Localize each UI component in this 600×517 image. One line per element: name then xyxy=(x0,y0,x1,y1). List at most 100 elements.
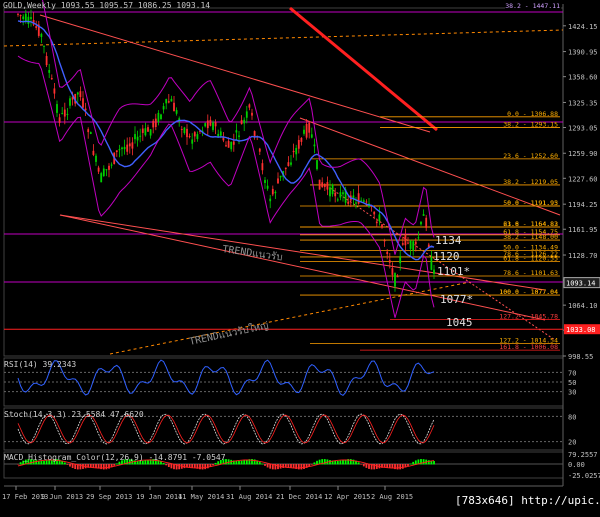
price-tick-label: 1293.05 xyxy=(568,125,598,133)
candle xyxy=(147,124,149,132)
candle xyxy=(48,63,51,79)
candle xyxy=(92,144,95,157)
candle xyxy=(165,98,168,110)
macd-bar xyxy=(433,460,435,465)
candle-body xyxy=(139,135,142,137)
macd-bar xyxy=(214,462,217,465)
price-tick-label: 1194.25 xyxy=(568,201,598,209)
candle xyxy=(266,179,269,191)
candle xyxy=(258,147,261,155)
candle xyxy=(433,264,435,280)
candle xyxy=(43,45,45,54)
rsi-level-label: 30 xyxy=(568,389,576,397)
macd-bar xyxy=(412,461,415,465)
pane-frame-main xyxy=(3,7,564,357)
candle xyxy=(40,32,43,44)
red-price-tag: 1033.08 xyxy=(566,326,596,334)
candle-body xyxy=(355,202,357,204)
candle-body xyxy=(401,243,404,245)
candle-body xyxy=(66,113,69,115)
macd-bar xyxy=(201,464,204,470)
macd-bar xyxy=(339,460,342,465)
macd-bar xyxy=(108,464,110,469)
macd-bar xyxy=(362,464,365,467)
candle xyxy=(287,156,290,167)
candle-body xyxy=(305,124,308,138)
candle xyxy=(95,153,97,166)
candle xyxy=(271,185,274,197)
candle xyxy=(334,188,337,203)
macd-bar xyxy=(414,460,417,465)
candle-body xyxy=(339,192,342,198)
candle xyxy=(167,93,170,104)
candle xyxy=(245,105,248,124)
candle-body xyxy=(269,198,272,202)
candle xyxy=(274,190,277,199)
candle xyxy=(404,228,407,252)
macd-bar xyxy=(102,464,105,470)
candle-body xyxy=(313,144,316,147)
candle xyxy=(37,20,40,38)
candle xyxy=(420,220,422,226)
candle xyxy=(279,175,282,181)
macd-bar xyxy=(334,460,337,465)
chart-canvas[interactable]: 1424.15 1390.95 1358.60 1325.35 1293.05 1259.… xyxy=(0,0,600,513)
fib-label: 100.0 - 1077.04 xyxy=(499,288,558,296)
date-tick-label: 11 May 2014 xyxy=(178,493,224,501)
macd-bar xyxy=(63,462,66,465)
macd-bar xyxy=(266,464,269,468)
price-tick-label: 1161.95 xyxy=(568,226,598,234)
candle-body xyxy=(131,142,134,149)
candle xyxy=(154,113,157,131)
candle xyxy=(417,231,420,241)
candle xyxy=(97,165,100,175)
stoch-d-line xyxy=(17,414,435,444)
candle xyxy=(209,116,212,127)
candle xyxy=(53,83,56,99)
candle-body xyxy=(180,129,183,131)
candle xyxy=(157,110,160,126)
macd-bar xyxy=(386,464,389,468)
macd-bar xyxy=(74,464,77,470)
candle-body xyxy=(365,201,368,203)
candle-body xyxy=(251,112,253,116)
macd-bar xyxy=(277,464,279,470)
candle-body xyxy=(235,130,238,133)
moving-average-line xyxy=(17,20,435,261)
macd-bar xyxy=(105,464,108,470)
candle xyxy=(144,122,147,137)
candle-body xyxy=(40,33,43,37)
channel-bottom xyxy=(59,214,546,291)
macd-bar xyxy=(17,464,19,465)
fib-label: 38.2 - 1293.15 xyxy=(503,120,558,128)
candle-body xyxy=(63,109,66,117)
macd-bar xyxy=(287,464,290,468)
candle xyxy=(131,137,134,156)
candle-body xyxy=(414,241,417,245)
candle xyxy=(87,127,90,139)
macd-axis-label: 0.00 xyxy=(568,461,585,469)
macd-bar xyxy=(303,464,305,469)
macd-bar xyxy=(399,464,402,470)
candle-body xyxy=(227,140,230,148)
candle-body xyxy=(300,137,303,142)
candle-body xyxy=(175,110,178,114)
candle-body xyxy=(357,193,360,204)
candle-body xyxy=(248,104,251,108)
candle-body xyxy=(152,120,155,128)
candle-body xyxy=(253,131,256,137)
candle xyxy=(180,125,183,138)
fib-label: 50.0 - 1191.93 xyxy=(503,199,558,207)
macd-bar xyxy=(368,464,370,469)
candle xyxy=(394,272,396,292)
candle xyxy=(295,144,298,161)
macd-bar xyxy=(178,464,181,470)
candle xyxy=(183,126,186,135)
candle xyxy=(323,183,326,191)
candle xyxy=(100,171,103,183)
candle xyxy=(45,52,48,67)
candle xyxy=(22,14,25,26)
macd-bar xyxy=(183,464,186,469)
symbol-label: GOLD,Weekly xyxy=(3,1,56,10)
macd-bar xyxy=(162,463,165,465)
